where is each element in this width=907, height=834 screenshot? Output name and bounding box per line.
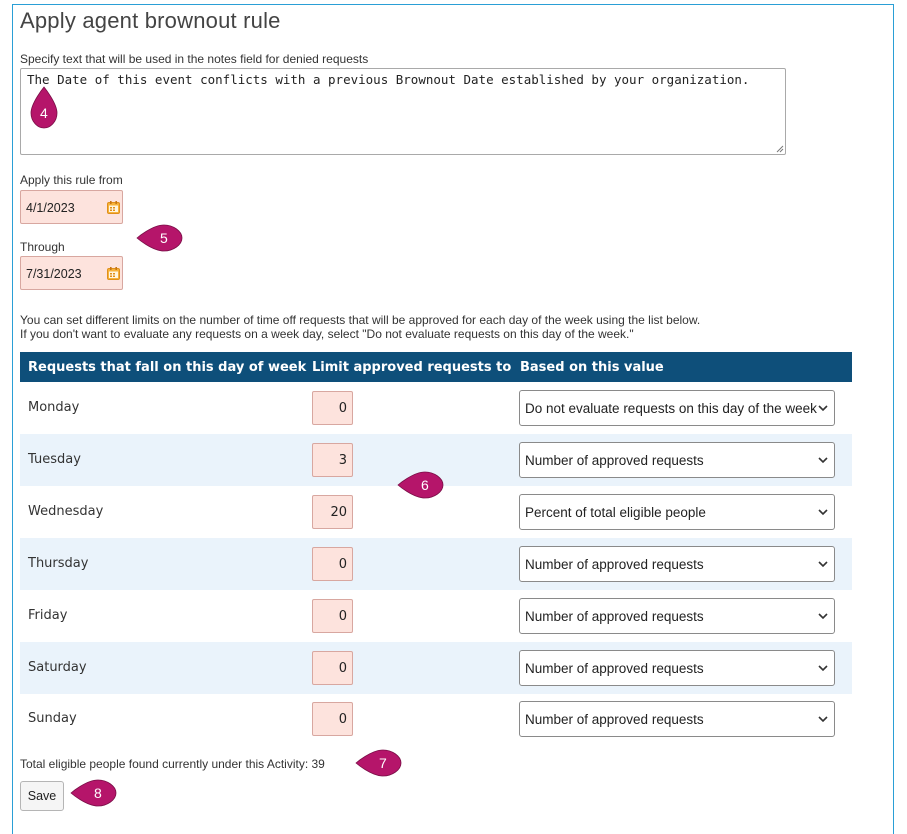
through-date-value: 7/31/2023 (26, 267, 82, 281)
calendar-icon[interactable] (107, 267, 120, 280)
row-day-label: Wednesday (28, 504, 104, 519)
header-day: Requests that fall on this day of week (28, 360, 307, 375)
basis-select[interactable]: Do not evaluate requests on this day of … (519, 390, 835, 426)
callout-number: 4 (40, 105, 48, 121)
through-date-input[interactable]: 7/31/2023 (20, 256, 123, 290)
callout-number: 8 (94, 785, 102, 801)
basis-select-value: Number of approved requests (525, 712, 704, 727)
from-date-value: 4/1/2023 (26, 201, 75, 215)
info-text-line1: You can set different limits on the numb… (20, 313, 701, 327)
chevron-down-icon (818, 457, 828, 464)
limit-input[interactable]: 20 (312, 495, 353, 529)
limit-input[interactable]: 3 (312, 443, 353, 477)
limit-input[interactable]: 0 (312, 599, 353, 633)
basis-select-value: Do not evaluate requests on this day of … (525, 401, 817, 416)
from-date-input[interactable]: 4/1/2023 (20, 190, 123, 224)
basis-select-value: Number of approved requests (525, 661, 704, 676)
table-row: Thursday 0 Number of approved requests (20, 538, 852, 590)
table-header: Requests that fall on this day of week L… (20, 352, 852, 382)
table-row: Monday 0 Do not evaluate requests on thi… (20, 382, 852, 434)
row-day-label: Saturday (28, 660, 87, 675)
limit-input[interactable]: 0 (312, 547, 353, 581)
basis-select-value: Number of approved requests (525, 609, 704, 624)
basis-select[interactable]: Percent of total eligible people (519, 494, 835, 530)
callout-number: 7 (379, 755, 387, 771)
table-row: Saturday 0 Number of approved requests (20, 642, 852, 694)
basis-select-value: Number of approved requests (525, 453, 704, 468)
chevron-down-icon (818, 561, 828, 568)
row-day-label: Sunday (28, 711, 77, 726)
page-title: Apply agent brownout rule (20, 8, 281, 33)
callout-marker: 7 (355, 748, 403, 778)
chevron-down-icon (818, 613, 828, 620)
row-day-label: Monday (28, 400, 80, 415)
notes-textarea[interactable]: The Date of this event conflicts with a … (20, 68, 786, 155)
calendar-icon[interactable] (107, 201, 120, 214)
basis-select-value: Percent of total eligible people (525, 505, 706, 520)
chevron-down-icon (818, 716, 828, 723)
total-eligible-text: Total eligible people found currently un… (20, 757, 325, 771)
callout-marker: 6 (397, 470, 445, 500)
notes-label: Specify text that will be used in the no… (20, 52, 369, 66)
header-basis: Based on this value (520, 360, 664, 375)
basis-select[interactable]: Number of approved requests (519, 442, 835, 478)
callout-number: 6 (421, 477, 429, 493)
row-day-label: Thursday (28, 556, 89, 571)
info-text-line2: If you don't want to evaluate any reques… (20, 327, 634, 341)
limit-input[interactable]: 0 (312, 702, 353, 736)
chevron-down-icon (818, 405, 828, 412)
callout-marker: 4 (29, 86, 59, 130)
chevron-down-icon (818, 665, 828, 672)
limit-input[interactable]: 0 (312, 391, 353, 425)
row-day-label: Tuesday (28, 452, 81, 467)
basis-select[interactable]: Number of approved requests (519, 546, 835, 582)
limit-input[interactable]: 0 (312, 651, 353, 685)
basis-select[interactable]: Number of approved requests (519, 650, 835, 686)
from-label: Apply this rule from (20, 173, 123, 187)
table-row: Friday 0 Number of approved requests (20, 590, 852, 642)
callout-marker: 8 (70, 778, 118, 808)
callout-number: 5 (160, 230, 168, 246)
basis-select[interactable]: Number of approved requests (519, 701, 835, 737)
save-button[interactable]: Save (20, 781, 64, 811)
basis-select[interactable]: Number of approved requests (519, 598, 835, 634)
through-label: Through (20, 240, 65, 254)
callout-marker: 5 (136, 223, 184, 253)
resize-handle-icon[interactable] (775, 144, 784, 153)
basis-select-value: Number of approved requests (525, 557, 704, 572)
chevron-down-icon (818, 509, 828, 516)
row-day-label: Friday (28, 608, 68, 623)
table-row: Sunday 0 Number of approved requests (20, 693, 852, 745)
header-limit: Limit approved requests to (312, 360, 512, 375)
